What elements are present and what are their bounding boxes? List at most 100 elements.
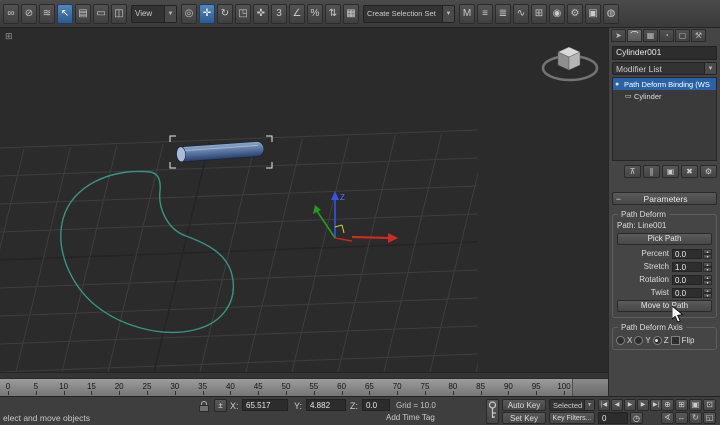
spinner-down-icon[interactable]: ▾ bbox=[703, 280, 712, 285]
move-to-path-button[interactable]: Move to Path bbox=[617, 300, 712, 312]
spinner-down-icon[interactable]: ▾ bbox=[703, 267, 712, 272]
set-key-button[interactable]: Set Key bbox=[502, 412, 546, 424]
snap-toggle-3d-icon[interactable]: 3 bbox=[271, 4, 287, 24]
viewport-menu-icon[interactable]: ⊞ bbox=[5, 31, 13, 42]
auto-key-button[interactable]: Auto Key bbox=[502, 399, 546, 411]
tab-motion[interactable]: ◔ bbox=[659, 29, 674, 42]
timeline-tick-label: 65 bbox=[365, 382, 374, 391]
schematic-view-icon[interactable]: ⊞ bbox=[531, 4, 547, 24]
named-selection-set-dropdown[interactable]: Create Selection Set ▼ bbox=[363, 5, 455, 23]
select-and-manipulate-icon[interactable]: ✜ bbox=[253, 4, 269, 24]
set-keys-button[interactable] bbox=[486, 399, 499, 424]
render-setup-icon[interactable]: ⚙ bbox=[567, 4, 583, 24]
time-configuration-button[interactable]: ◷ bbox=[630, 412, 643, 424]
maximize-viewport-icon[interactable]: ◱ bbox=[703, 412, 716, 424]
show-end-result-button[interactable]: ∥ bbox=[643, 165, 660, 178]
select-and-link-icon[interactable]: ∞ bbox=[3, 4, 19, 24]
tab-modify[interactable]: ⌒ bbox=[627, 29, 642, 42]
material-editor-icon[interactable]: ◉ bbox=[549, 4, 565, 24]
status-bar: ± X: 65.517 Y: 4.882 Z: 0.0 Grid = 10.0 … bbox=[0, 396, 720, 425]
tab-create[interactable]: ➤ bbox=[611, 29, 626, 42]
unlink-selection-icon[interactable]: ⊘ bbox=[21, 4, 37, 24]
rotation-spinner[interactable]: 0.0 bbox=[672, 275, 702, 285]
go-to-start-button[interactable]: |◀ bbox=[598, 399, 610, 411]
selection-region-icon[interactable]: ▭ bbox=[93, 4, 109, 24]
select-and-scale-icon[interactable]: ◳ bbox=[235, 4, 251, 24]
zoom-all-icon[interactable]: ⊞ bbox=[675, 399, 688, 411]
percent-snap-icon[interactable]: % bbox=[307, 4, 323, 24]
spinner-snap-icon[interactable]: ⇅ bbox=[325, 4, 341, 24]
bind-to-space-warp-icon[interactable]: ≋ bbox=[39, 4, 55, 24]
twist-spinner-arrows[interactable]: ▴▾ bbox=[703, 288, 712, 298]
timeline-tick-label: 55 bbox=[309, 382, 318, 391]
rotation-spinner-arrows[interactable]: ▴▾ bbox=[703, 275, 712, 285]
tab-utilities[interactable]: ⚒ bbox=[691, 29, 706, 42]
zoom-region-icon[interactable]: ⊡ bbox=[703, 399, 716, 411]
twist-spinner[interactable]: 0.0 bbox=[672, 288, 702, 298]
coordinate-x-field[interactable]: 65.517 bbox=[242, 399, 288, 411]
select-object-icon[interactable]: ↖ bbox=[57, 4, 73, 24]
stretch-spinner[interactable]: 1.0 bbox=[672, 262, 702, 272]
remove-modifier-button[interactable]: ✖ bbox=[681, 165, 698, 178]
percent-spinner-arrows[interactable]: ▴▾ bbox=[703, 249, 712, 259]
window-crossing-icon[interactable]: ◫ bbox=[111, 4, 127, 24]
spinner-down-icon[interactable]: ▾ bbox=[703, 254, 712, 259]
orbit-view-icon[interactable]: ↻ bbox=[689, 412, 702, 424]
rendered-frame-window-icon[interactable]: ▣ bbox=[585, 4, 601, 24]
modifier-stack[interactable]: ●Path Deform Binding (WS▭Cylinder bbox=[612, 77, 717, 161]
key-scope-value: Selected bbox=[550, 401, 584, 410]
curve-editor-icon[interactable]: ∿ bbox=[513, 4, 529, 24]
axis-x-radio[interactable] bbox=[616, 336, 625, 345]
pin-stack-button[interactable]: ⊼ bbox=[624, 165, 641, 178]
flip-checkbox[interactable] bbox=[671, 336, 680, 345]
layer-manager-icon[interactable]: ≣ bbox=[495, 4, 511, 24]
key-filters-button[interactable]: Key Filters... bbox=[549, 412, 595, 424]
mirror-icon[interactable]: M bbox=[459, 4, 475, 24]
zoom-icon[interactable]: ⊕ bbox=[661, 399, 674, 411]
key-scope-dropdown[interactable]: Selected ▼ bbox=[549, 399, 595, 411]
absolute-offset-mode-toggle[interactable]: ± bbox=[214, 399, 227, 412]
render-production-icon[interactable]: ◍ bbox=[603, 4, 619, 24]
tab-hierarchy[interactable]: ▦ bbox=[643, 29, 658, 42]
configure-modifier-sets-button[interactable]: ⚙ bbox=[700, 165, 717, 178]
axis-y-radio[interactable] bbox=[634, 336, 643, 345]
field-of-view-icon[interactable]: ∢ bbox=[661, 412, 674, 424]
zoom-extents-all-icon[interactable]: ▣ bbox=[689, 399, 702, 411]
previous-frame-button[interactable]: ◀ bbox=[611, 399, 623, 411]
chevron-down-icon: ▼ bbox=[442, 6, 454, 22]
coordinate-y-field[interactable]: 4.882 bbox=[306, 399, 346, 411]
axis-z-radio[interactable] bbox=[653, 336, 662, 345]
edit-named-selection-sets-icon[interactable]: ▦ bbox=[343, 4, 359, 24]
percent-spinner[interactable]: 0.0 bbox=[672, 249, 702, 259]
play-animation-button[interactable]: ▶ bbox=[624, 399, 636, 411]
tab-display[interactable]: ▢ bbox=[675, 29, 690, 42]
modifier-stack-row[interactable]: ▭Cylinder bbox=[613, 90, 716, 102]
perspective-viewport[interactable]: Z ⊞ bbox=[0, 28, 608, 372]
stretch-spinner-arrows[interactable]: ▴▾ bbox=[703, 262, 712, 272]
selection-lock-toggle[interactable] bbox=[198, 401, 210, 413]
add-time-tag-button[interactable]: Add Time Tag bbox=[386, 413, 435, 422]
make-unique-button[interactable]: ▣ bbox=[662, 165, 679, 178]
modifier-list-dropdown[interactable]: Modifier List ▼ bbox=[612, 62, 717, 75]
align-icon[interactable]: ≡ bbox=[477, 4, 493, 24]
coordinate-y-label: Y: bbox=[294, 401, 302, 411]
select-and-move-icon[interactable]: ✛ bbox=[199, 4, 215, 24]
reference-coordinate-dropdown[interactable]: View ▼ bbox=[131, 5, 177, 23]
rotation-spinner-label: Rotation bbox=[617, 275, 672, 284]
parameters-rollout-header[interactable]: − Parameters bbox=[612, 192, 717, 205]
object-name-field[interactable]: Cylinder001 bbox=[612, 46, 717, 60]
timeline-tick-label: 10 bbox=[59, 382, 68, 391]
pick-path-button[interactable]: Pick Path bbox=[617, 233, 712, 245]
next-frame-button[interactable]: ▶ bbox=[637, 399, 649, 411]
command-panel: ➤⌒▦◔▢⚒ Cylinder001 Modifier List ▼ ●Path… bbox=[608, 28, 720, 396]
current-frame-field[interactable]: 0 bbox=[598, 412, 628, 424]
coordinate-z-field[interactable]: 0.0 bbox=[362, 399, 390, 411]
select-and-rotate-icon[interactable]: ↻ bbox=[217, 4, 233, 24]
angle-snap-icon[interactable]: ∠ bbox=[289, 4, 305, 24]
select-by-name-icon[interactable]: ▤ bbox=[75, 4, 91, 24]
spinner-down-icon[interactable]: ▾ bbox=[703, 293, 712, 298]
use-pivot-center-icon[interactable]: ◎ bbox=[181, 4, 197, 24]
pan-view-icon[interactable]: ↔ bbox=[675, 412, 688, 424]
timeline-ruler[interactable]: 0510152025303540455055606570758085909510… bbox=[0, 378, 608, 396]
modifier-stack-row[interactable]: ●Path Deform Binding (WS bbox=[613, 78, 716, 90]
